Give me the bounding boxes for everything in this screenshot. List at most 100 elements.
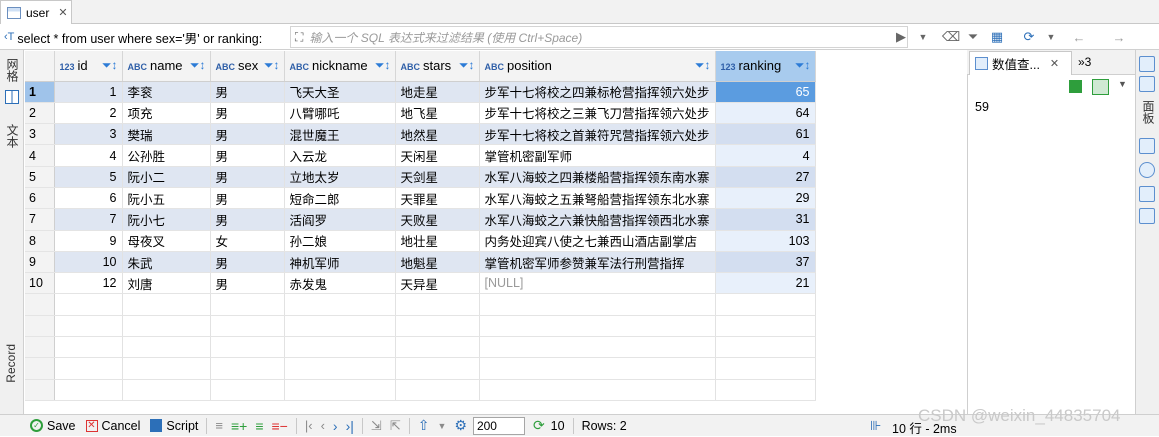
table-row[interactable]: 9 10 朱武男神机军师 地魁星 掌管机密军师参赞兼军法行刑营指挥 37 bbox=[25, 251, 816, 274]
record-view-tab[interactable]: Record bbox=[4, 344, 18, 386]
refresh-count[interactable]: 10 bbox=[551, 419, 565, 433]
column-header-3[interactable]: ABC nickname ⏷↕ bbox=[284, 51, 396, 82]
cell-id[interactable]: 9 bbox=[54, 230, 123, 252]
previous-icon[interactable]: ‹ bbox=[321, 418, 325, 433]
cell-ranking[interactable]: 103 bbox=[715, 230, 816, 252]
table-row[interactable]: 3 3 樊瑞男混世魔王 地然星 步军十七将校之首兼符咒营指挥领六处步 61 bbox=[25, 123, 816, 146]
cell-sex[interactable]: 男 bbox=[210, 208, 285, 231]
cell-nickname[interactable]: 短命二郎 bbox=[284, 187, 396, 210]
cell-ranking[interactable]: 4 bbox=[715, 144, 816, 167]
cell-stars[interactable]: 地走星 bbox=[395, 81, 480, 103]
column-header-5[interactable]: ABC position ⏷↕ bbox=[479, 51, 716, 82]
grid-icon[interactable] bbox=[5, 90, 19, 104]
next-icon[interactable]: › bbox=[333, 418, 338, 434]
cell-nickname[interactable]: 活阎罗 bbox=[284, 208, 396, 231]
cell-ranking[interactable]: 65 bbox=[715, 81, 816, 103]
cell-position[interactable]: 内务处迎宾八使之七兼西山酒店副掌店 bbox=[479, 230, 716, 252]
cell-ranking[interactable]: 61 bbox=[715, 123, 816, 146]
row-number[interactable]: 6 bbox=[25, 187, 55, 210]
cell-id[interactable]: 4 bbox=[54, 144, 123, 167]
cell-id[interactable]: 6 bbox=[54, 187, 123, 210]
column-filter-sort-icon[interactable]: ⏷↕ bbox=[795, 58, 811, 73]
panel-menu-icon[interactable]: ▼ bbox=[1118, 79, 1127, 89]
first-page-icon[interactable]: |‹ bbox=[305, 418, 313, 433]
column-header-0[interactable]: 123 id ⏷↕ bbox=[54, 51, 123, 82]
row-number[interactable]: 7 bbox=[25, 208, 55, 231]
row-number[interactable]: 1 bbox=[25, 81, 55, 103]
export-menu-icon[interactable]: ▼ bbox=[437, 421, 446, 431]
cell-position[interactable]: 步军十七将校之首兼符咒营指挥领六处步 bbox=[479, 123, 716, 146]
row-number[interactable]: 5 bbox=[25, 166, 55, 188]
row-number[interactable]: 8 bbox=[25, 230, 55, 252]
cell-sex[interactable]: 男 bbox=[210, 166, 285, 188]
column-filter-sort-icon[interactable]: ⏷↕ bbox=[695, 58, 711, 73]
table-row[interactable]: 2 2 项充男八臂哪吒 地飞星 步军十七将校之三兼飞刀营指挥领六处步 64 bbox=[25, 102, 816, 125]
cell-ranking[interactable]: 29 bbox=[715, 187, 816, 210]
delete-row-icon[interactable]: ≡− bbox=[272, 418, 288, 434]
cell-ranking[interactable]: 21 bbox=[715, 272, 816, 295]
row-number[interactable]: 10 bbox=[25, 272, 55, 295]
edit-row-icon[interactable]: ≡ bbox=[215, 418, 223, 433]
column-filter-sort-icon[interactable]: ⏷↕ bbox=[459, 58, 475, 73]
cancel-button[interactable]: ✕ Cancel bbox=[85, 419, 140, 433]
table-row[interactable]: 8 9 母夜叉女孙二娘 地壮星 内务处迎宾八使之七兼西山酒店副掌店 103 bbox=[25, 230, 816, 252]
row-number[interactable]: 4 bbox=[25, 144, 55, 167]
refresh-menu-icon[interactable]: ▼ bbox=[1042, 28, 1060, 46]
cell-nickname[interactable]: 立地太岁 bbox=[284, 166, 396, 188]
cell-id[interactable]: 7 bbox=[54, 208, 123, 231]
close-icon[interactable]: ✕ bbox=[1050, 57, 1059, 70]
table-row[interactable]: 10 12 刘唐男赤发鬼 天异星 [NULL] 21 bbox=[25, 272, 816, 295]
save-value-icon[interactable] bbox=[1069, 80, 1082, 93]
column-filter-sort-icon[interactable]: ⏷↕ bbox=[102, 58, 118, 73]
cell-name[interactable]: 阮小二 bbox=[122, 166, 211, 188]
results-grid[interactable]: 123 id ⏷↕ ABC name ⏷↕ ABC sex ⏷↕ ABC nickname ⏷↕ ABC… bbox=[25, 51, 965, 413]
cell-name[interactable]: 母夜叉 bbox=[122, 230, 211, 252]
fetch-settings-icon[interactable]: ⚙ bbox=[454, 417, 467, 434]
cell-id[interactable]: 1 bbox=[54, 81, 123, 103]
cell-sex[interactable]: 男 bbox=[210, 251, 285, 274]
close-icon[interactable]: ✕ bbox=[58, 6, 67, 19]
copy-row-icon[interactable]: ≡ bbox=[255, 418, 263, 434]
cell-id[interactable]: 5 bbox=[54, 166, 123, 188]
filter-settings-icon[interactable]: ▦ bbox=[988, 28, 1006, 46]
table-row[interactable]: 7 7 阮小七男活阎罗 天败星 水军八海蛟之六兼快船营指挥领西北水寨 31 bbox=[25, 208, 816, 231]
expand-icon[interactable]: ⛶ bbox=[295, 30, 303, 45]
cell-value-text[interactable]: 59 bbox=[975, 100, 989, 114]
cell-stars[interactable]: 地然星 bbox=[395, 123, 480, 146]
cell-name[interactable]: 朱武 bbox=[122, 251, 211, 274]
cell-position[interactable]: 水军八海蛟之五兼弩船营指挥领东北水寨 bbox=[479, 187, 716, 210]
auto-apply-icon[interactable] bbox=[1092, 79, 1109, 95]
cell-position[interactable]: 水军八海蛟之四兼楼船营指挥领东南水寨 bbox=[479, 166, 716, 188]
metadata-icon[interactable] bbox=[1139, 138, 1155, 154]
panels-tab[interactable]: 面板 bbox=[1140, 100, 1159, 127]
fetch-all-icon[interactable]: ⇱ bbox=[390, 418, 401, 434]
cell-stars[interactable]: 天闲星 bbox=[395, 144, 480, 167]
cell-nickname[interactable]: 混世魔王 bbox=[284, 123, 396, 146]
cell-position[interactable]: [NULL] bbox=[479, 272, 716, 295]
cell-position[interactable]: 步军十七将校之四兼标枪营指挥领六处步 bbox=[479, 81, 716, 103]
run-filter-icon[interactable]: ▶ bbox=[892, 28, 910, 46]
cell-name[interactable]: 项充 bbox=[122, 102, 211, 125]
cell-id[interactable]: 3 bbox=[54, 123, 123, 146]
panel-options-icon[interactable] bbox=[1139, 76, 1155, 92]
cell-name[interactable]: 公孙胜 bbox=[122, 144, 211, 167]
grouping-icon[interactable] bbox=[1139, 208, 1155, 224]
table-row[interactable]: 1 1 李衮男飞天大圣 地走星 步军十七将校之四兼标枪营指挥领六处步 65 bbox=[25, 81, 816, 103]
cell-nickname[interactable]: 神机军师 bbox=[284, 251, 396, 274]
fetch-next-icon[interactable]: ⇲ bbox=[371, 418, 382, 434]
back-icon[interactable]: ← bbox=[1070, 28, 1088, 46]
eraser-icon[interactable]: ⌫ bbox=[942, 28, 960, 46]
cell-ranking[interactable]: 37 bbox=[715, 251, 816, 274]
cell-stars[interactable]: 天败星 bbox=[395, 208, 480, 231]
cell-nickname[interactable]: 入云龙 bbox=[284, 144, 396, 167]
row-number[interactable]: 2 bbox=[25, 102, 55, 125]
cell-stars[interactable]: 地魁星 bbox=[395, 251, 480, 274]
cell-stars[interactable]: 天罪星 bbox=[395, 187, 480, 210]
refresh-icon[interactable]: ⟳ bbox=[1020, 28, 1038, 46]
save-button[interactable]: ✓ Save bbox=[30, 419, 76, 433]
more-panels-button[interactable]: »3 bbox=[1078, 55, 1091, 69]
cell-nickname[interactable]: 孙二娘 bbox=[284, 230, 396, 252]
column-filter-sort-icon[interactable]: ⏷↕ bbox=[375, 58, 391, 73]
column-header-4[interactable]: ABC stars ⏷↕ bbox=[395, 51, 480, 82]
cell-name[interactable]: 阮小七 bbox=[122, 208, 211, 231]
